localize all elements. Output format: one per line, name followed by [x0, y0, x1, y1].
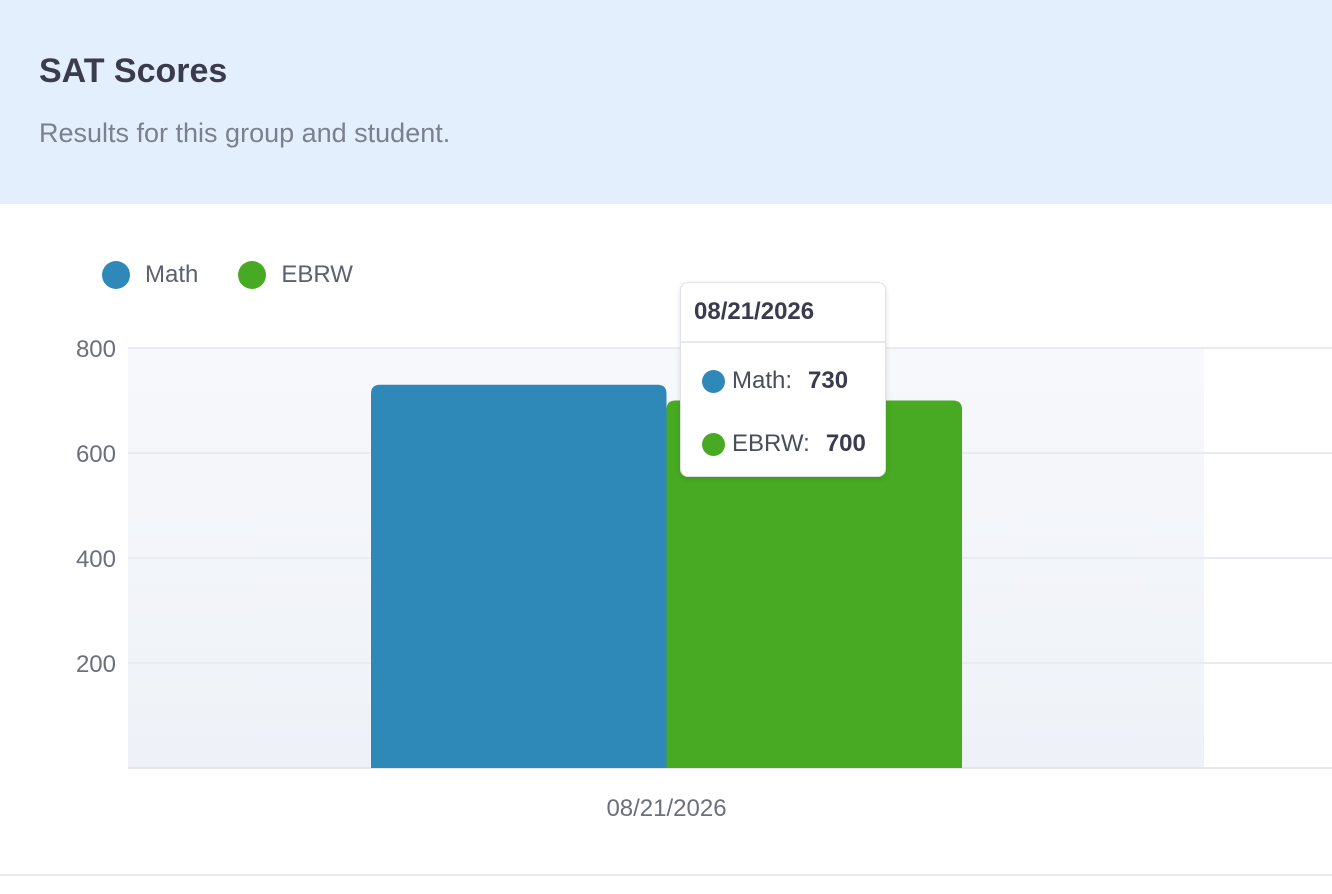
- tooltip-value-ebrw: 700: [825, 430, 866, 457]
- legend-item-ebrw[interactable]: EBRW: [238, 261, 353, 289]
- chart-legend: Math EBRW: [102, 258, 393, 292]
- legend-label-ebrw: EBRW: [281, 261, 353, 288]
- y-tick-label: 800: [76, 336, 116, 363]
- bottom-divider: [0, 874, 1332, 876]
- tooltip-label-math: Math:: [732, 367, 793, 394]
- y-tick-label: 600: [76, 441, 116, 468]
- y-tick-label: 200: [76, 651, 116, 678]
- chart-tooltip: 08/21/2026 Math: 730 EBRW: 700: [680, 282, 886, 477]
- legend-swatch-ebrw: [238, 261, 267, 289]
- tooltip-row-ebrw: EBRW: 700: [702, 430, 866, 458]
- legend-item-math[interactable]: Math: [102, 261, 198, 289]
- tooltip-swatch-ebrw: [702, 432, 725, 456]
- tooltip-title: 08/21/2026: [681, 283, 885, 343]
- bar-math: [371, 384, 667, 768]
- legend-label-math: Math: [145, 261, 199, 288]
- tooltip-value-math: 730: [808, 367, 849, 394]
- x-tick-label: 08/21/2026: [606, 795, 726, 822]
- tooltip-row-math: Math: 730: [702, 367, 848, 395]
- bar-chart: 200 400 600 800 08/21/2026: [76, 336, 1332, 822]
- legend-swatch-math: [102, 261, 130, 289]
- tooltip-swatch-math: [702, 369, 725, 393]
- tooltip-label-ebrw: EBRW:: [732, 430, 810, 457]
- y-tick-label: 400: [76, 546, 116, 573]
